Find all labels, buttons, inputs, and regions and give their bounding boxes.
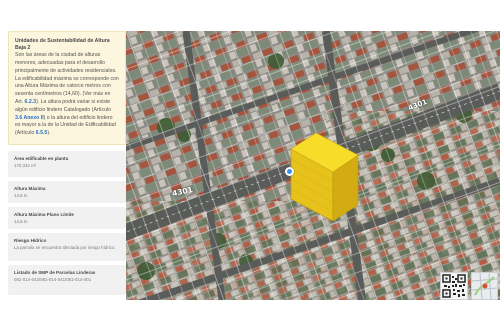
minimap-thumbnail[interactable]: [471, 272, 498, 300]
max-height-plane-card: Altura Máxima Plano Límite 14,6 m: [8, 207, 126, 229]
flood-risk-card: Riesgo Hídrico La parcela se encuentra a…: [8, 233, 126, 261]
max-height-card: Altura Máxima 14,6 m: [8, 181, 126, 203]
buildable-area-card: Área edificable en planta 170,342 m²: [8, 151, 126, 177]
app-window: Unidades de Sustentabilidad de Altura Ba…: [0, 0, 500, 333]
zoning-info-box: Unidades de Sustentabilidad de Altura Ba…: [8, 31, 126, 145]
location-pin-icon[interactable]: [285, 167, 294, 176]
adjacent-parcels-card: Listado de SMP de Parcelas Linderas 081-…: [8, 265, 126, 295]
info-sidebar: Unidades de Sustentabilidad de Altura Ba…: [8, 31, 126, 295]
aerial-imagery: [126, 31, 500, 300]
article-6-5-5-link[interactable]: 6.5.5: [36, 130, 48, 136]
max-height-plane-value: 14,6 m: [14, 219, 28, 224]
max-height-plane-label: Altura Máxima Plano Límite: [14, 212, 74, 217]
buildable-area-label: Área edificable en planta: [14, 156, 69, 161]
adjacent-parcels-label: Listado de SMP de Parcelas Linderas: [14, 270, 96, 275]
flood-risk-label: Riesgo Hídrico: [14, 238, 47, 243]
description-text-1: Son las áreas de la ciudad de alturas me…: [15, 52, 119, 105]
buildable-area-value: 170,342 m²: [14, 163, 37, 168]
adjacent-parcels-value: 081-014-042/081-014-041/081-014-001: [14, 277, 92, 282]
map-3d-view[interactable]: 4301 4301: [126, 31, 500, 300]
flood-risk-value: La parcela se encuentra afectada por rie…: [14, 245, 116, 250]
zoning-title: Unidades de Sustentabilidad de Altura Ba…: [15, 38, 110, 51]
zoning-description: Son las áreas de la ciudad de alturas me…: [15, 52, 119, 138]
qr-code-icon[interactable]: [440, 272, 468, 300]
max-height-label: Altura Máxima: [14, 186, 46, 191]
max-height-value: 14,6 m: [14, 193, 28, 198]
description-text-4: ).: [47, 130, 51, 137]
article-6-2-3-link[interactable]: 6.2.3: [25, 99, 37, 105]
article-3-6-annex-link[interactable]: 3.6 Anexo II: [15, 115, 44, 121]
